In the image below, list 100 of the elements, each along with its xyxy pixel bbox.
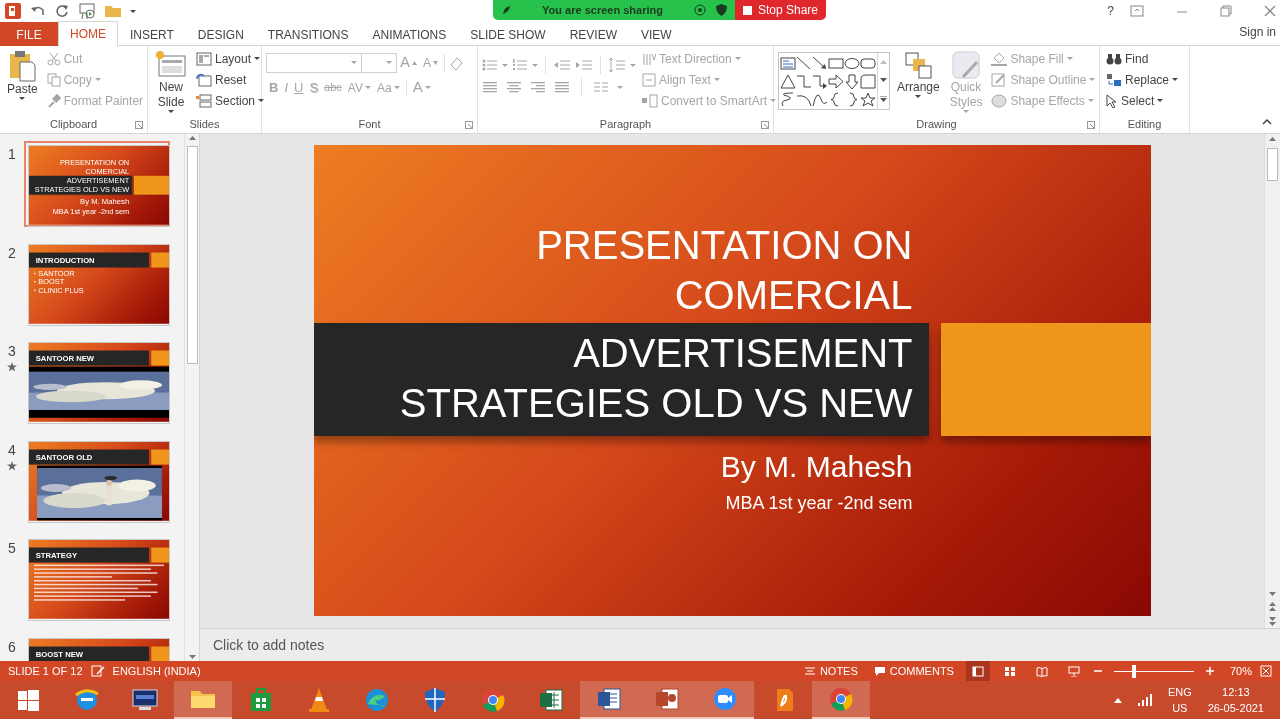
text-box-icon (780, 55, 796, 71)
share-status-text: You are screen sharing (541, 2, 664, 18)
triangle-icon (780, 73, 796, 89)
zoom-level[interactable]: 70% (1229, 662, 1252, 680)
document-icon[interactable] (595, 685, 623, 713)
close-icon[interactable] (1264, 5, 1276, 17)
ribbon-button[interactable]: Select (1104, 90, 1181, 111)
more-icon[interactable] (880, 96, 887, 102)
ribbon-button[interactable]: Find (1104, 48, 1181, 69)
comments-button[interactable]: COMMENTS (869, 661, 958, 681)
next-slide-icon[interactable] (1268, 614, 1277, 628)
caret-icon (1087, 99, 1094, 102)
caret-icon (502, 63, 508, 67)
slideshow-icon[interactable] (1067, 665, 1080, 677)
group-label: Paragraph (599, 116, 652, 132)
group-label: Slides (189, 116, 220, 132)
scrollbar-thumb[interactable] (1267, 148, 1278, 181)
new-slide-icon (155, 50, 187, 80)
ribbon-tab[interactable]: VIEW (628, 22, 684, 46)
ribbon-button[interactable]: Paste (4, 48, 41, 115)
ribbon-button[interactable]: Arrange (894, 48, 943, 115)
caret-icon (734, 57, 741, 60)
notes-icon (803, 666, 816, 676)
group-label: Clipboard (49, 116, 98, 132)
line-icon (796, 55, 812, 71)
accent-bar (151, 646, 169, 661)
ribbon-tab[interactable]: HOME (58, 21, 118, 46)
signal-icon[interactable] (1137, 694, 1152, 706)
dialog-launcher-icon[interactable] (1087, 121, 1095, 129)
show-hidden-icons-icon[interactable] (1113, 697, 1122, 703)
language-indicator[interactable]: ENGLISH (INDIA) (112, 662, 201, 680)
increase-icon (412, 60, 417, 65)
slide-sorter-icon[interactable] (1003, 665, 1016, 677)
notes-placeholder[interactable]: Click to add notes (213, 634, 325, 656)
spreadsheet-icon[interactable] (537, 686, 565, 714)
ribbon-button[interactable]: Section (194, 90, 267, 111)
slider-thumb[interactable] (1131, 664, 1136, 678)
caret-icon (532, 63, 538, 67)
chrome-icon[interactable] (479, 686, 507, 714)
scroll-up-icon[interactable] (1268, 134, 1277, 144)
group-label: Font (358, 116, 381, 132)
help-button[interactable]: ? (1099, 2, 1122, 20)
align-text-icon (642, 72, 656, 87)
presenter-icon[interactable] (78, 2, 96, 20)
ribbon-tab[interactable]: REVIEW (557, 22, 629, 46)
restore-icon[interactable] (1220, 5, 1232, 17)
ribbon-tab[interactable]: INSERT (118, 22, 186, 46)
caret-icon (963, 110, 970, 113)
notes-button[interactable]: NOTES (799, 661, 862, 681)
app-logo-icon[interactable] (4, 2, 22, 20)
zoom-out-icon[interactable] (1093, 667, 1102, 675)
caret-icon (364, 86, 371, 89)
normal-view-icon[interactable] (971, 665, 984, 677)
effects-icon (991, 93, 1008, 108)
ribbon-tab[interactable]: SLIDE SHOW (458, 22, 558, 46)
ribbon-button[interactable]: Replace (1104, 69, 1181, 90)
dialog-launcher-icon[interactable] (135, 121, 143, 129)
video-camera-icon[interactable] (711, 685, 739, 713)
caret-icon (168, 110, 174, 113)
ribbon-display-icon[interactable] (1130, 5, 1144, 17)
dialog-launcher-icon[interactable] (465, 121, 473, 129)
clock-date[interactable]: 26-05-2021 (1207, 700, 1264, 717)
sign-in-link[interactable]: Sign in (1239, 23, 1280, 45)
dialog-launcher-icon[interactable] (761, 121, 769, 129)
ribbon-tab[interactable]: DESIGN (185, 22, 256, 46)
wave-browser-icon[interactable] (363, 686, 391, 714)
scroll-down-icon[interactable] (880, 78, 887, 82)
ribbon-tab[interactable]: ANIMATIONS (360, 22, 459, 46)
slide-number: 3 (8, 342, 16, 361)
replace-icon (1106, 72, 1122, 87)
stop-share-button[interactable]: Stop Share (735, 0, 827, 20)
input-region[interactable]: US (1172, 700, 1188, 717)
ribbon-tab[interactable]: TRANSITIONS (255, 22, 361, 46)
chrome-icon[interactable] (827, 685, 855, 713)
shapes-gallery[interactable] (778, 52, 890, 110)
input-language[interactable]: ENG (1167, 683, 1192, 700)
ribbon-button[interactable]: New Slide (152, 48, 190, 115)
ribbon-button[interactable]: Layout (194, 48, 267, 69)
caret-icon (351, 61, 357, 64)
clock-time[interactable]: 12:13 (1222, 683, 1250, 700)
ribbon-tab[interactable]: FILE (0, 22, 58, 46)
previous-slide-icon[interactable] (1268, 600, 1277, 614)
record-icon (694, 4, 706, 16)
book-icon[interactable] (1035, 665, 1048, 677)
zoom-in-icon[interactable] (1205, 667, 1214, 675)
binoculars-icon (1106, 51, 1122, 66)
copy-icon (46, 72, 61, 87)
redo-icon[interactable] (54, 3, 70, 19)
group-label: Drawing (916, 116, 957, 132)
collapse-ribbon-icon[interactable] (1262, 119, 1272, 125)
smartart-icon (642, 93, 658, 108)
slide-title-line: ADVERTISEMENT (572, 330, 913, 377)
scrollbar-thumb[interactable] (186, 146, 198, 364)
brush-icon (46, 93, 61, 108)
fit-to-window-icon[interactable] (1260, 665, 1272, 677)
ribbon-button[interactable]: Reset (194, 69, 267, 90)
presentation-icon[interactable] (653, 685, 681, 713)
spellcheck-icon[interactable] (90, 665, 105, 677)
slide-canvas[interactable]: PRESENTATION ON COMERCIAL ADVERTISEMENT STRATEGIES OLD VS NEW By M. Mahesh MBA 1st year -2nd sem (313, 145, 1151, 616)
rounded-rectangle-icon (860, 55, 876, 71)
